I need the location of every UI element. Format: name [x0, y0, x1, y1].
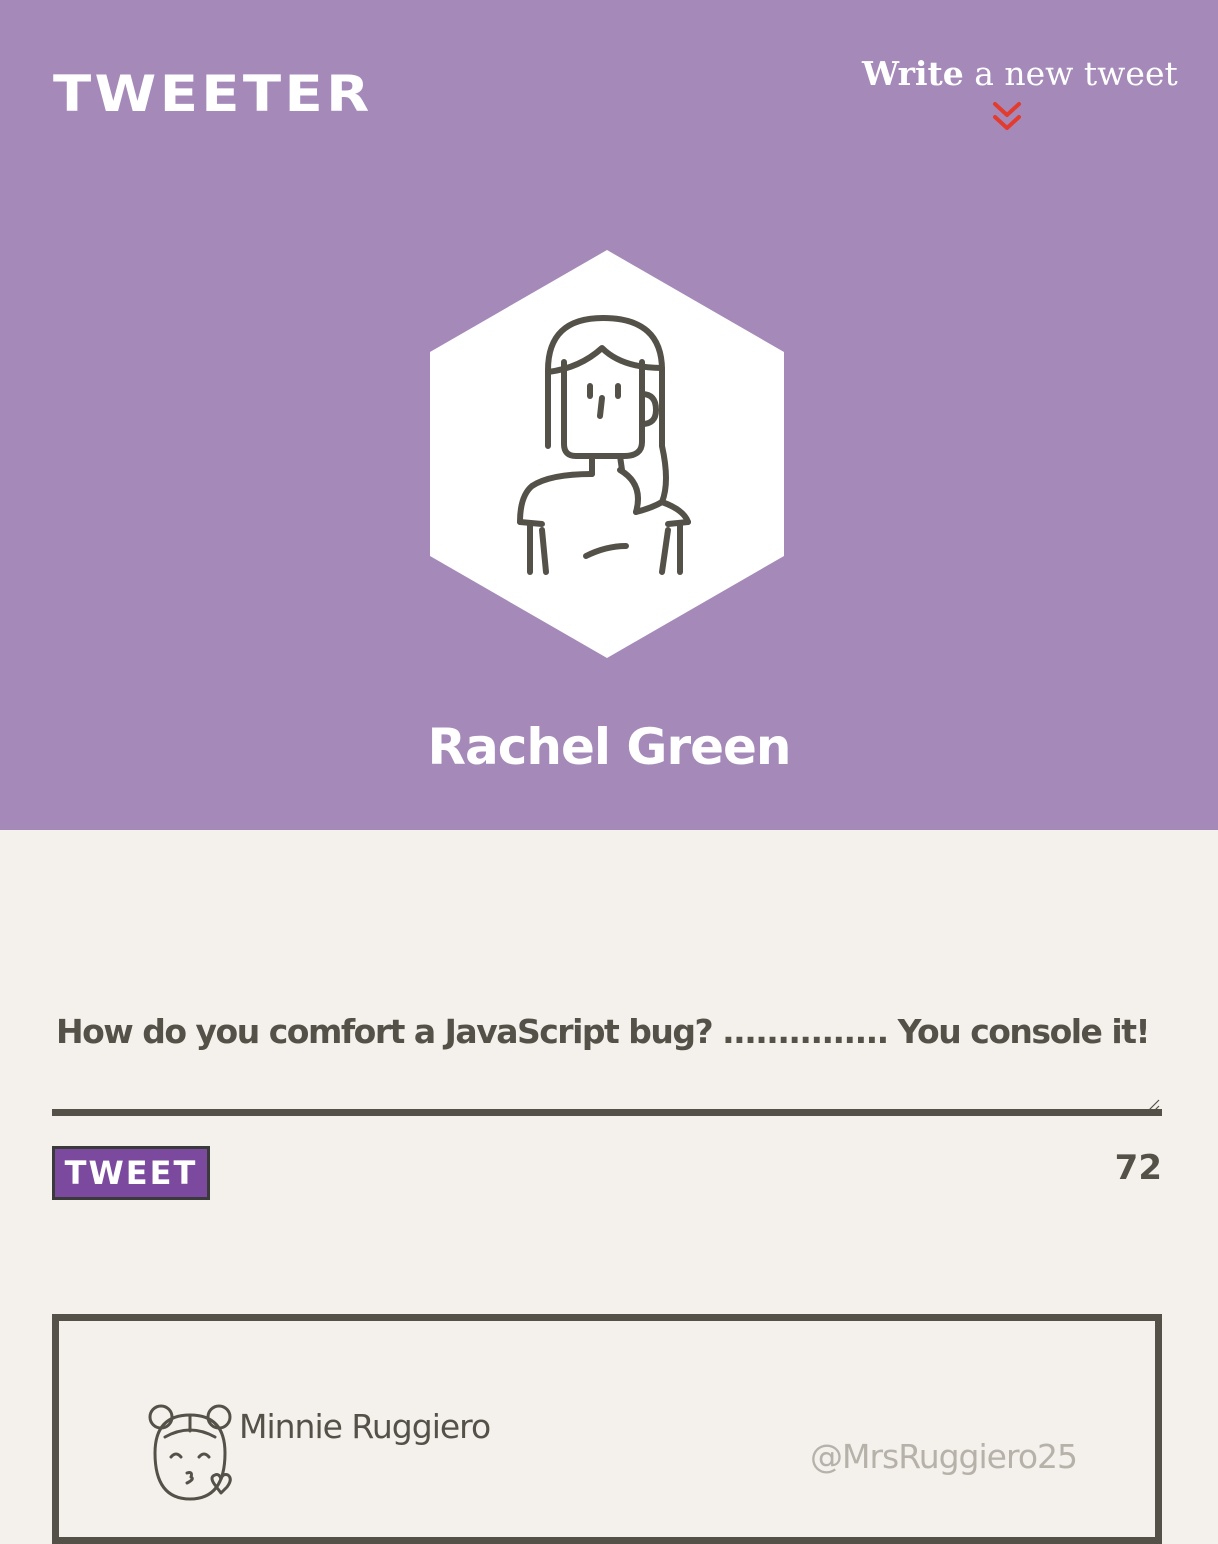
tweet-textarea[interactable]: How do you comfort a JavaScript bug? ...… [52, 990, 1162, 1116]
girl-kiss-avatar-icon [148, 1404, 232, 1501]
tweet-author-handle: @MrsRuggiero25 [810, 1437, 1078, 1476]
resize-handle-icon[interactable] [1146, 1098, 1160, 1112]
app-logo[interactable]: TWEETER [53, 62, 373, 126]
profile-name: Rachel Green [427, 718, 791, 776]
write-new-tweet-label[interactable]: Write a new tweet [862, 52, 1178, 96]
profile-header: TWEETER Write a new tweet Rachel Green [0, 0, 1218, 830]
write-new-tweet-toggle[interactable]: Write a new tweet [862, 52, 1178, 130]
tweet-button[interactable]: TWEET [52, 1146, 210, 1200]
tweet-author-name: Minnie Ruggiero [239, 1407, 491, 1446]
char-counter: 72 [1114, 1148, 1162, 1188]
double-chevron-down-icon[interactable] [992, 100, 1022, 134]
profile-avatar [430, 250, 784, 658]
tweet-card: Minnie Ruggiero @MrsRuggiero25 [52, 1314, 1162, 1544]
